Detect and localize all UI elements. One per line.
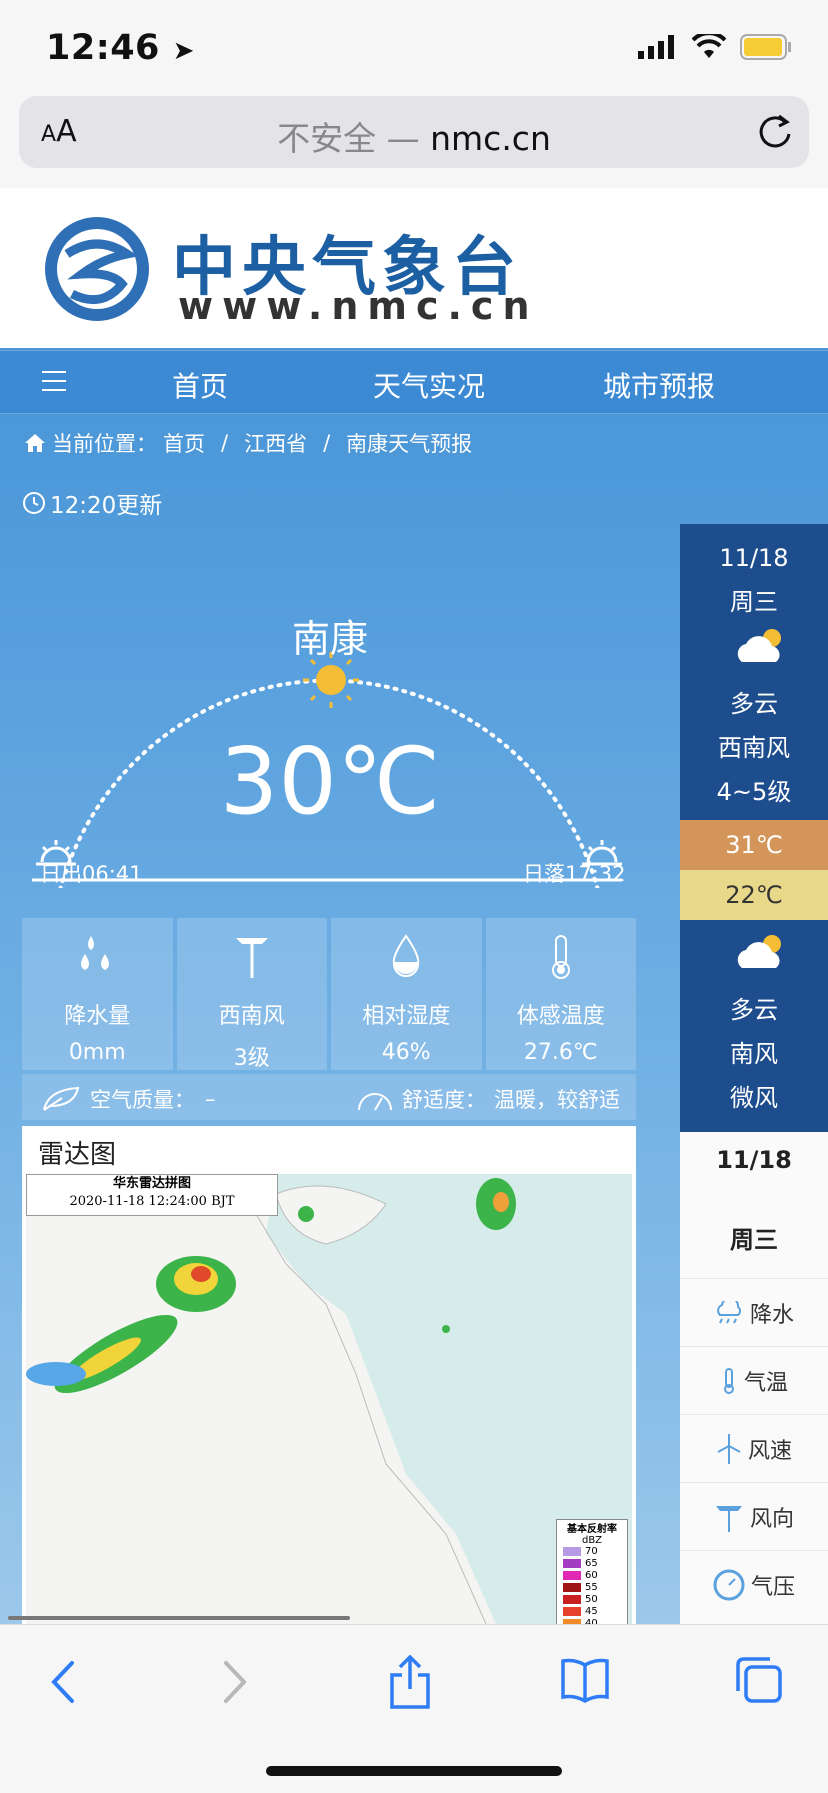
breadcrumb-home[interactable]: 首页 [163,428,205,458]
gauge-icon [358,1093,392,1111]
radar-panel: 雷达图 华东雷达拼图 2020-11-18 12:24:00 BJT 基本反射率… [22,1126,636,1624]
reload-icon [759,114,791,148]
stat-label: 西南风 [218,1004,285,1029]
side-tab-wind-direction[interactable]: 风向 [680,1482,828,1551]
nav-home[interactable]: 首页 [172,365,228,405]
url-display[interactable]: 不安全 — nmc.cn [19,112,809,160]
home-indicator[interactable] [266,1766,562,1776]
forecast-date: 11/18 [719,544,789,572]
clock-icon [23,492,45,514]
wifi-icon [692,34,726,58]
forward-icon[interactable] [218,1655,254,1709]
partly-cloudy-icon [737,629,781,662]
back-icon[interactable] [44,1655,80,1709]
radar-title: 雷达图 [38,1140,117,1170]
nav-city-forecast[interactable]: 城市预报 [603,365,715,405]
breadcrumb-label: 当前位置： [52,432,157,456]
radar-legend: 基本反射率 dBZ 70 65 60 55 50 45 40 [556,1519,628,1624]
wind-turbine-icon [717,1434,741,1464]
radar-map [26,1174,516,1624]
forecast-day-weather: 多云 [730,690,778,718]
reload-button[interactable] [757,112,793,154]
leaf-icon [43,1086,80,1111]
side-tab-wind-speed[interactable]: 风速 [680,1414,828,1483]
air-quality[interactable]: 空气质量： – [42,1084,216,1114]
forecast-low-temp: 22℃ [680,870,828,920]
update-time: 12:20更新 [22,486,162,520]
pressure-gauge-icon [713,1569,745,1601]
forecast-today[interactable]: 11/18 周三 多云 西南风 4~5级 31℃ 22℃ 多云 南风 微风 [680,524,828,1146]
tabs-icon[interactable] [734,1655,784,1705]
forecast-night-wind-dir: 南风 [730,1040,778,1068]
forecast-high-temp: 31℃ [680,820,828,870]
site-url: www.nmc.cn [178,284,539,328]
breadcrumb: 当前位置： 首页 / 江西省 / 南康天气预报 [24,428,472,458]
nav-observations[interactable]: 天气实况 [373,365,485,405]
humidity-drop-icon [393,934,420,977]
comfort-index[interactable]: 舒适度： 温暖，较舒适 [356,1084,620,1114]
stat-humidity: 相对湿度 46% [331,918,482,1070]
address-bar[interactable]: AA 不安全 — nmc.cn [19,96,809,168]
stat-value: 0mm [68,1040,126,1065]
radar-image[interactable]: 华东雷达拼图 2020-11-18 12:24:00 BJT 基本反射率 dBZ… [26,1174,632,1624]
forecast-night-weather: 多云 [730,996,778,1024]
partly-cloudy-night-icon [737,935,781,968]
home-icon [25,434,45,452]
horizontal-scroll-indicator[interactable] [8,1616,350,1620]
stat-label: 降水量 [64,1004,131,1029]
stat-precipitation: 降水量 0mm [22,918,173,1070]
sunrise-time: 日出06:41 [40,862,143,886]
stat-feels-like: 体感温度 27.6℃ [485,918,636,1070]
site-header: 中央气象台 www.nmc.cn [0,188,828,348]
chart-side-panel: 11/18 周三 降水 气温 风速 风向 气压 [680,1132,828,1624]
side-tab-pressure[interactable]: 气压 [680,1550,828,1619]
signal-icon [638,35,674,59]
forecast-night-wind-level: 微风 [730,1084,778,1112]
stat-wind: 西南风 3级 [176,918,327,1071]
breadcrumb-province[interactable]: 江西省 [244,428,307,458]
rain-cloud-icon [717,1301,741,1324]
forecast-weekday: 周三 [730,588,778,616]
air-quality-bar: 空气质量： – 舒适度： 温暖，较舒适 [22,1074,636,1120]
stat-value: 46% [381,1040,431,1065]
status-bar: 12:46 ➤ [0,0,828,90]
side-tab-precipitation[interactable]: 降水 [680,1278,828,1347]
weather-stats: 降水量 0mm 西南风 3级 相对湿度 46% 体感温度 27.6℃ [22,918,636,1071]
main-nav: 首页 天气实况 城市预报 [0,350,828,414]
raindrops-icon [81,936,110,970]
radar-caption: 华东雷达拼图 2020-11-18 12:24:00 BJT [26,1174,278,1216]
page-content: 中央气象台 www.nmc.cn 首页 天气实况 城市预报 当前位置： 首页 / … [0,188,828,1624]
stat-label: 相对湿度 [362,1004,451,1029]
side-date: 11/18 [716,1146,792,1174]
status-time: 12:46 ➤ [46,28,195,68]
wind-direction-icon [715,1506,742,1532]
thermometer-icon [551,935,570,979]
location-arrow-icon: ➤ [172,36,195,66]
current-temperature: 30℃ [219,728,441,835]
breadcrumb-current: 南康天气预报 [346,432,473,456]
share-icon[interactable] [388,1655,432,1711]
stat-label: 体感温度 [516,1004,605,1029]
menu-icon[interactable] [42,371,66,391]
stat-value: 27.6℃ [523,1040,598,1065]
stat-value: 3级 [233,1046,270,1071]
side-tab-temperature[interactable]: 气温 [680,1346,828,1415]
forecast-day-wind-dir: 西南风 [718,734,790,762]
status-icons [638,34,792,60]
bookmarks-icon[interactable] [560,1655,610,1705]
battery-icon [740,34,791,60]
city-name: 南康 [291,617,368,661]
thermometer-icon [723,1368,734,1394]
forecast-day-wind-level: 4~5级 [716,778,792,806]
wind-turbine-icon [235,938,268,978]
nmc-logo-icon[interactable] [42,214,152,324]
sunset-time: 日落17:32 [523,862,626,886]
side-weekday: 周三 [730,1226,778,1254]
